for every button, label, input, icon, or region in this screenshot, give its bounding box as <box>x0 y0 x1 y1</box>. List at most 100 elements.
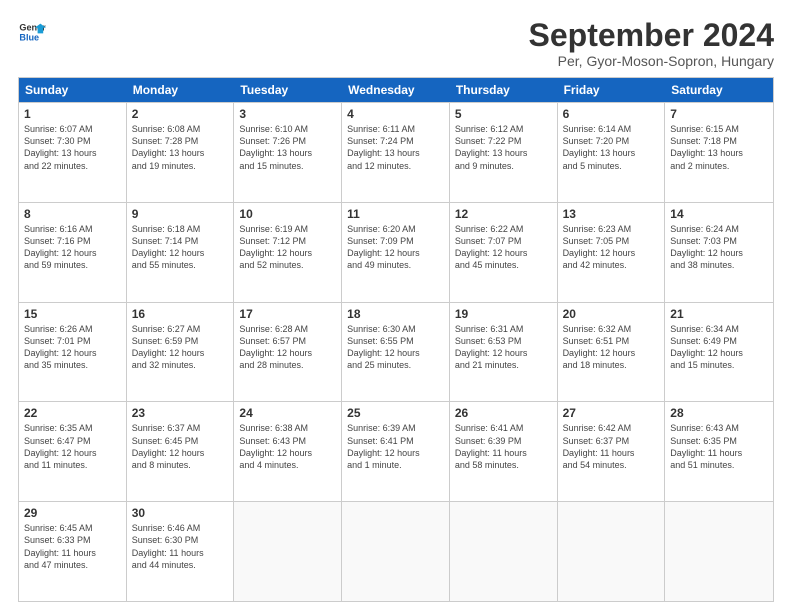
day-num-28: 28 <box>670 406 768 420</box>
svg-text:Blue: Blue <box>19 32 39 42</box>
day-num-7: 7 <box>670 107 768 121</box>
day-num-17: 17 <box>239 307 336 321</box>
day-info-17: Sunrise: 6:28 AMSunset: 6:57 PMDaylight:… <box>239 323 336 372</box>
day-16: 16 Sunrise: 6:27 AMSunset: 6:59 PMDaylig… <box>127 303 235 402</box>
day-num-6: 6 <box>563 107 660 121</box>
day-info-16: Sunrise: 6:27 AMSunset: 6:59 PMDaylight:… <box>132 323 229 372</box>
day-21: 21 Sunrise: 6:34 AMSunset: 6:49 PMDaylig… <box>665 303 773 402</box>
day-27: 27 Sunrise: 6:42 AMSunset: 6:37 PMDaylig… <box>558 402 666 501</box>
day-25: 25 Sunrise: 6:39 AMSunset: 6:41 PMDaylig… <box>342 402 450 501</box>
day-4: 4 Sunrise: 6:11 AMSunset: 7:24 PMDayligh… <box>342 103 450 202</box>
calendar-header: Sunday Monday Tuesday Wednesday Thursday… <box>19 78 773 102</box>
day-num-2: 2 <box>132 107 229 121</box>
day-15: 15 Sunrise: 6:26 AMSunset: 7:01 PMDaylig… <box>19 303 127 402</box>
day-info-29: Sunrise: 6:45 AMSunset: 6:33 PMDaylight:… <box>24 522 121 571</box>
day-1: 1 Sunrise: 6:07 AMSunset: 7:30 PMDayligh… <box>19 103 127 202</box>
day-info-30: Sunrise: 6:46 AMSunset: 6:30 PMDaylight:… <box>132 522 229 571</box>
day-9: 9 Sunrise: 6:18 AMSunset: 7:14 PMDayligh… <box>127 203 235 302</box>
day-22: 22 Sunrise: 6:35 AMSunset: 6:47 PMDaylig… <box>19 402 127 501</box>
day-info-27: Sunrise: 6:42 AMSunset: 6:37 PMDaylight:… <box>563 422 660 471</box>
day-info-5: Sunrise: 6:12 AMSunset: 7:22 PMDaylight:… <box>455 123 552 172</box>
day-info-26: Sunrise: 6:41 AMSunset: 6:39 PMDaylight:… <box>455 422 552 471</box>
day-2: 2 Sunrise: 6:08 AMSunset: 7:28 PMDayligh… <box>127 103 235 202</box>
day-num-24: 24 <box>239 406 336 420</box>
day-num-11: 11 <box>347 207 444 221</box>
day-empty-1 <box>234 502 342 601</box>
day-info-4: Sunrise: 6:11 AMSunset: 7:24 PMDaylight:… <box>347 123 444 172</box>
day-num-22: 22 <box>24 406 121 420</box>
calendar: Sunday Monday Tuesday Wednesday Thursday… <box>18 77 774 602</box>
day-info-15: Sunrise: 6:26 AMSunset: 7:01 PMDaylight:… <box>24 323 121 372</box>
day-10: 10 Sunrise: 6:19 AMSunset: 7:12 PMDaylig… <box>234 203 342 302</box>
day-info-24: Sunrise: 6:38 AMSunset: 6:43 PMDaylight:… <box>239 422 336 471</box>
day-23: 23 Sunrise: 6:37 AMSunset: 6:45 PMDaylig… <box>127 402 235 501</box>
day-info-11: Sunrise: 6:20 AMSunset: 7:09 PMDaylight:… <box>347 223 444 272</box>
header-sunday: Sunday <box>19 78 127 102</box>
day-6: 6 Sunrise: 6:14 AMSunset: 7:20 PMDayligh… <box>558 103 666 202</box>
page: General Blue September 2024 Per, Gyor-Mo… <box>0 0 792 612</box>
day-24: 24 Sunrise: 6:38 AMSunset: 6:43 PMDaylig… <box>234 402 342 501</box>
day-info-20: Sunrise: 6:32 AMSunset: 6:51 PMDaylight:… <box>563 323 660 372</box>
day-info-25: Sunrise: 6:39 AMSunset: 6:41 PMDaylight:… <box>347 422 444 471</box>
day-num-16: 16 <box>132 307 229 321</box>
week-5: 29 Sunrise: 6:45 AMSunset: 6:33 PMDaylig… <box>19 501 773 601</box>
day-num-26: 26 <box>455 406 552 420</box>
day-num-12: 12 <box>455 207 552 221</box>
day-info-1: Sunrise: 6:07 AMSunset: 7:30 PMDaylight:… <box>24 123 121 172</box>
day-info-10: Sunrise: 6:19 AMSunset: 7:12 PMDaylight:… <box>239 223 336 272</box>
day-num-20: 20 <box>563 307 660 321</box>
day-num-8: 8 <box>24 207 121 221</box>
header-thursday: Thursday <box>450 78 558 102</box>
day-num-30: 30 <box>132 506 229 520</box>
month-title: September 2024 <box>529 18 774 53</box>
day-30: 30 Sunrise: 6:46 AMSunset: 6:30 PMDaylig… <box>127 502 235 601</box>
day-info-21: Sunrise: 6:34 AMSunset: 6:49 PMDaylight:… <box>670 323 768 372</box>
day-28: 28 Sunrise: 6:43 AMSunset: 6:35 PMDaylig… <box>665 402 773 501</box>
day-info-7: Sunrise: 6:15 AMSunset: 7:18 PMDaylight:… <box>670 123 768 172</box>
day-20: 20 Sunrise: 6:32 AMSunset: 6:51 PMDaylig… <box>558 303 666 402</box>
day-num-25: 25 <box>347 406 444 420</box>
header-tuesday: Tuesday <box>234 78 342 102</box>
day-info-28: Sunrise: 6:43 AMSunset: 6:35 PMDaylight:… <box>670 422 768 471</box>
day-19: 19 Sunrise: 6:31 AMSunset: 6:53 PMDaylig… <box>450 303 558 402</box>
header-wednesday: Wednesday <box>342 78 450 102</box>
week-1: 1 Sunrise: 6:07 AMSunset: 7:30 PMDayligh… <box>19 102 773 202</box>
day-empty-4 <box>558 502 666 601</box>
day-num-19: 19 <box>455 307 552 321</box>
day-info-6: Sunrise: 6:14 AMSunset: 7:20 PMDaylight:… <box>563 123 660 172</box>
header-friday: Friday <box>558 78 666 102</box>
week-4: 22 Sunrise: 6:35 AMSunset: 6:47 PMDaylig… <box>19 401 773 501</box>
day-8: 8 Sunrise: 6:16 AMSunset: 7:16 PMDayligh… <box>19 203 127 302</box>
day-num-5: 5 <box>455 107 552 121</box>
day-info-12: Sunrise: 6:22 AMSunset: 7:07 PMDaylight:… <box>455 223 552 272</box>
day-18: 18 Sunrise: 6:30 AMSunset: 6:55 PMDaylig… <box>342 303 450 402</box>
header: General Blue September 2024 Per, Gyor-Mo… <box>18 18 774 69</box>
day-14: 14 Sunrise: 6:24 AMSunset: 7:03 PMDaylig… <box>665 203 773 302</box>
day-info-14: Sunrise: 6:24 AMSunset: 7:03 PMDaylight:… <box>670 223 768 272</box>
day-13: 13 Sunrise: 6:23 AMSunset: 7:05 PMDaylig… <box>558 203 666 302</box>
logo-icon: General Blue <box>18 18 46 46</box>
day-num-29: 29 <box>24 506 121 520</box>
day-17: 17 Sunrise: 6:28 AMSunset: 6:57 PMDaylig… <box>234 303 342 402</box>
logo: General Blue <box>18 18 46 46</box>
day-info-8: Sunrise: 6:16 AMSunset: 7:16 PMDaylight:… <box>24 223 121 272</box>
day-info-3: Sunrise: 6:10 AMSunset: 7:26 PMDaylight:… <box>239 123 336 172</box>
day-info-19: Sunrise: 6:31 AMSunset: 6:53 PMDaylight:… <box>455 323 552 372</box>
day-info-2: Sunrise: 6:08 AMSunset: 7:28 PMDaylight:… <box>132 123 229 172</box>
day-num-21: 21 <box>670 307 768 321</box>
day-26: 26 Sunrise: 6:41 AMSunset: 6:39 PMDaylig… <box>450 402 558 501</box>
day-num-1: 1 <box>24 107 121 121</box>
day-info-22: Sunrise: 6:35 AMSunset: 6:47 PMDaylight:… <box>24 422 121 471</box>
day-num-13: 13 <box>563 207 660 221</box>
header-saturday: Saturday <box>665 78 773 102</box>
day-num-27: 27 <box>563 406 660 420</box>
calendar-body: 1 Sunrise: 6:07 AMSunset: 7:30 PMDayligh… <box>19 102 773 601</box>
day-empty-2 <box>342 502 450 601</box>
week-3: 15 Sunrise: 6:26 AMSunset: 7:01 PMDaylig… <box>19 302 773 402</box>
day-num-14: 14 <box>670 207 768 221</box>
day-info-13: Sunrise: 6:23 AMSunset: 7:05 PMDaylight:… <box>563 223 660 272</box>
day-empty-3 <box>450 502 558 601</box>
day-num-10: 10 <box>239 207 336 221</box>
day-num-15: 15 <box>24 307 121 321</box>
day-num-18: 18 <box>347 307 444 321</box>
